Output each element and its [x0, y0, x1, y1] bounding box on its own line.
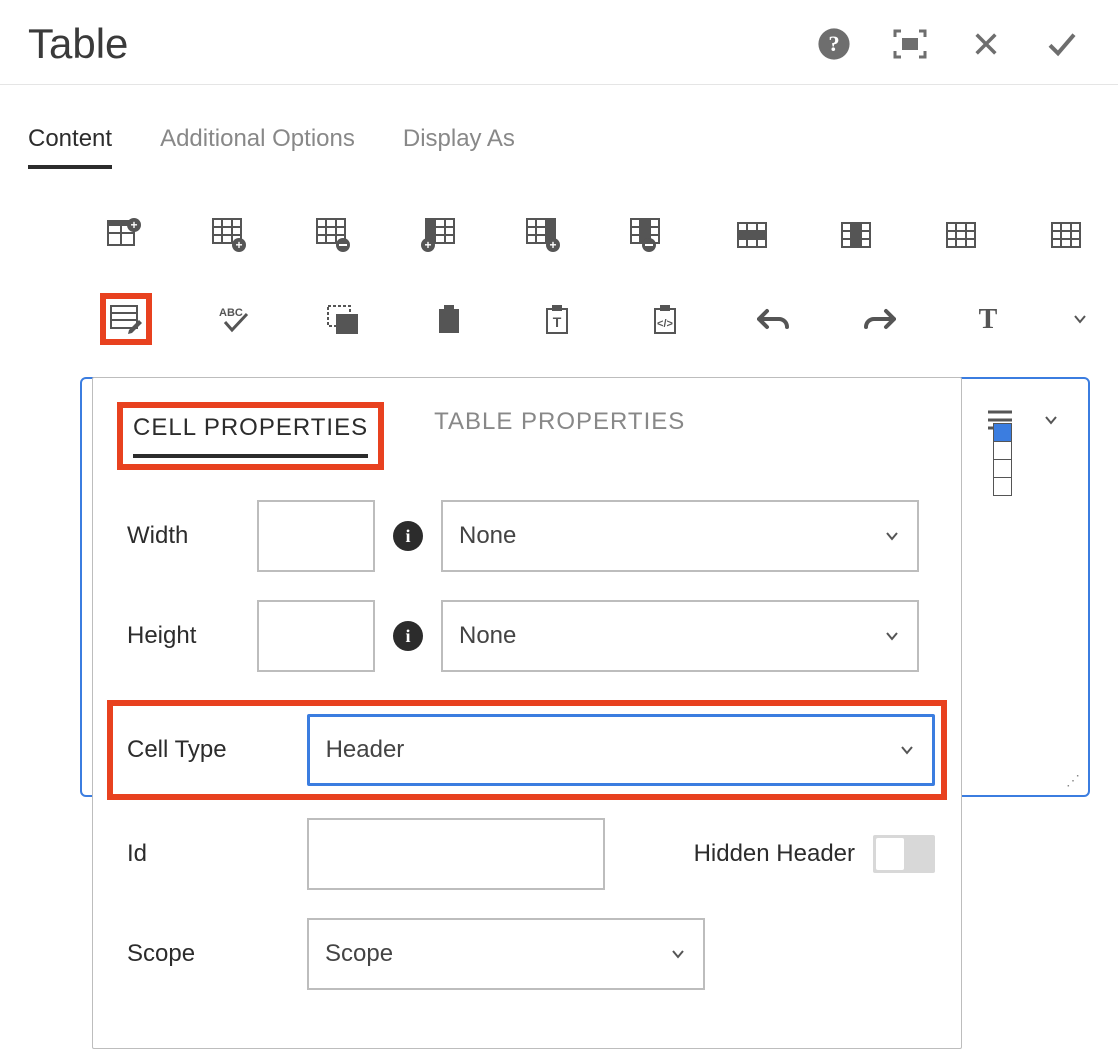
- id-input[interactable]: [307, 818, 605, 890]
- text-format-icon[interactable]: T: [962, 293, 1014, 345]
- close-icon[interactable]: [968, 26, 1004, 62]
- redo-icon[interactable]: [855, 293, 907, 345]
- main-tabs: Content Additional Options Display As: [0, 85, 1118, 169]
- editor-table-widget[interactable]: [993, 423, 1012, 496]
- table-insert-col-left-icon[interactable]: +: [414, 209, 463, 261]
- width-info-icon[interactable]: i: [393, 521, 423, 551]
- svg-text:T: T: [979, 304, 998, 334]
- dialog-title: Table: [28, 20, 816, 68]
- table-row-select-icon[interactable]: [728, 209, 777, 261]
- table-merge-icon[interactable]: [937, 209, 986, 261]
- cell-type-value: Header: [326, 736, 405, 764]
- paste-html-icon[interactable]: </>: [639, 293, 691, 345]
- table-insert-col-right-icon[interactable]: +: [518, 209, 567, 261]
- tab-table-properties[interactable]: TABLE PROPERTIES: [434, 408, 685, 448]
- svg-text:T: T: [553, 314, 562, 330]
- width-input[interactable]: [257, 500, 375, 572]
- cell-type-select[interactable]: Header: [307, 714, 935, 786]
- fullscreen-icon[interactable]: [892, 26, 928, 62]
- rte-toolbar: + + + + ABC: [0, 169, 1118, 345]
- table-delete-row-icon[interactable]: [309, 209, 358, 261]
- spellcheck-icon[interactable]: ABC: [208, 293, 260, 345]
- hidden-header-toggle[interactable]: [873, 835, 935, 873]
- svg-text:</>: </>: [657, 318, 673, 330]
- scope-select[interactable]: Scope: [307, 918, 705, 990]
- tab-content[interactable]: Content: [28, 125, 112, 169]
- properties-popover: CELL PROPERTIES TABLE PROPERTIES Width i…: [92, 377, 962, 1049]
- table-edit-icon[interactable]: [100, 293, 152, 345]
- hidden-header-label: Hidden Header: [694, 840, 855, 868]
- id-label: Id: [119, 840, 289, 868]
- svg-text:+: +: [549, 238, 556, 252]
- table-split-icon[interactable]: [1041, 209, 1090, 261]
- paste-text-icon[interactable]: T: [531, 293, 583, 345]
- svg-text:ABC: ABC: [219, 307, 243, 319]
- svg-text:+: +: [131, 218, 138, 232]
- editor-area: ⋰ CELL PROPERTIES TABLE PROPERTIES Width…: [0, 377, 1118, 797]
- dialog-header: Table ?: [0, 0, 1118, 85]
- svg-text:+: +: [425, 238, 432, 252]
- clipboard-icon[interactable]: [423, 293, 475, 345]
- cell-properties-form: Width i None Height i None Cell Type: [93, 470, 961, 990]
- tab-additional-options[interactable]: Additional Options: [160, 125, 355, 169]
- done-icon[interactable]: [1044, 26, 1080, 62]
- cell-type-label: Cell Type: [119, 736, 289, 764]
- scope-value: Scope: [325, 940, 393, 968]
- select-all-icon[interactable]: [316, 293, 368, 345]
- table-insert-row-icon[interactable]: +: [205, 209, 254, 261]
- height-input[interactable]: [257, 600, 375, 672]
- undo-icon[interactable]: [747, 293, 799, 345]
- table-create-icon[interactable]: +: [100, 209, 149, 261]
- help-icon[interactable]: ?: [816, 26, 852, 62]
- height-unit-value: None: [459, 622, 516, 650]
- popover-tabs: CELL PROPERTIES TABLE PROPERTIES: [93, 378, 961, 470]
- svg-text:?: ?: [828, 31, 839, 56]
- tab-cell-properties[interactable]: CELL PROPERTIES: [133, 414, 368, 458]
- format-dropdown-icon[interactable]: [1070, 293, 1090, 345]
- height-info-icon[interactable]: i: [393, 621, 423, 651]
- width-unit-select[interactable]: None: [441, 500, 919, 572]
- dialog-actions: ?: [816, 26, 1090, 62]
- height-label: Height: [119, 622, 239, 650]
- table-col-select-icon[interactable]: [832, 209, 881, 261]
- svg-text:+: +: [235, 238, 242, 252]
- width-label: Width: [119, 522, 239, 550]
- tab-display-as[interactable]: Display As: [403, 125, 515, 169]
- height-unit-select[interactable]: None: [441, 600, 919, 672]
- width-unit-value: None: [459, 522, 516, 550]
- scope-label: Scope: [119, 940, 289, 968]
- resize-handle-icon[interactable]: ⋰: [1066, 772, 1080, 789]
- table-delete-col-icon[interactable]: [623, 209, 672, 261]
